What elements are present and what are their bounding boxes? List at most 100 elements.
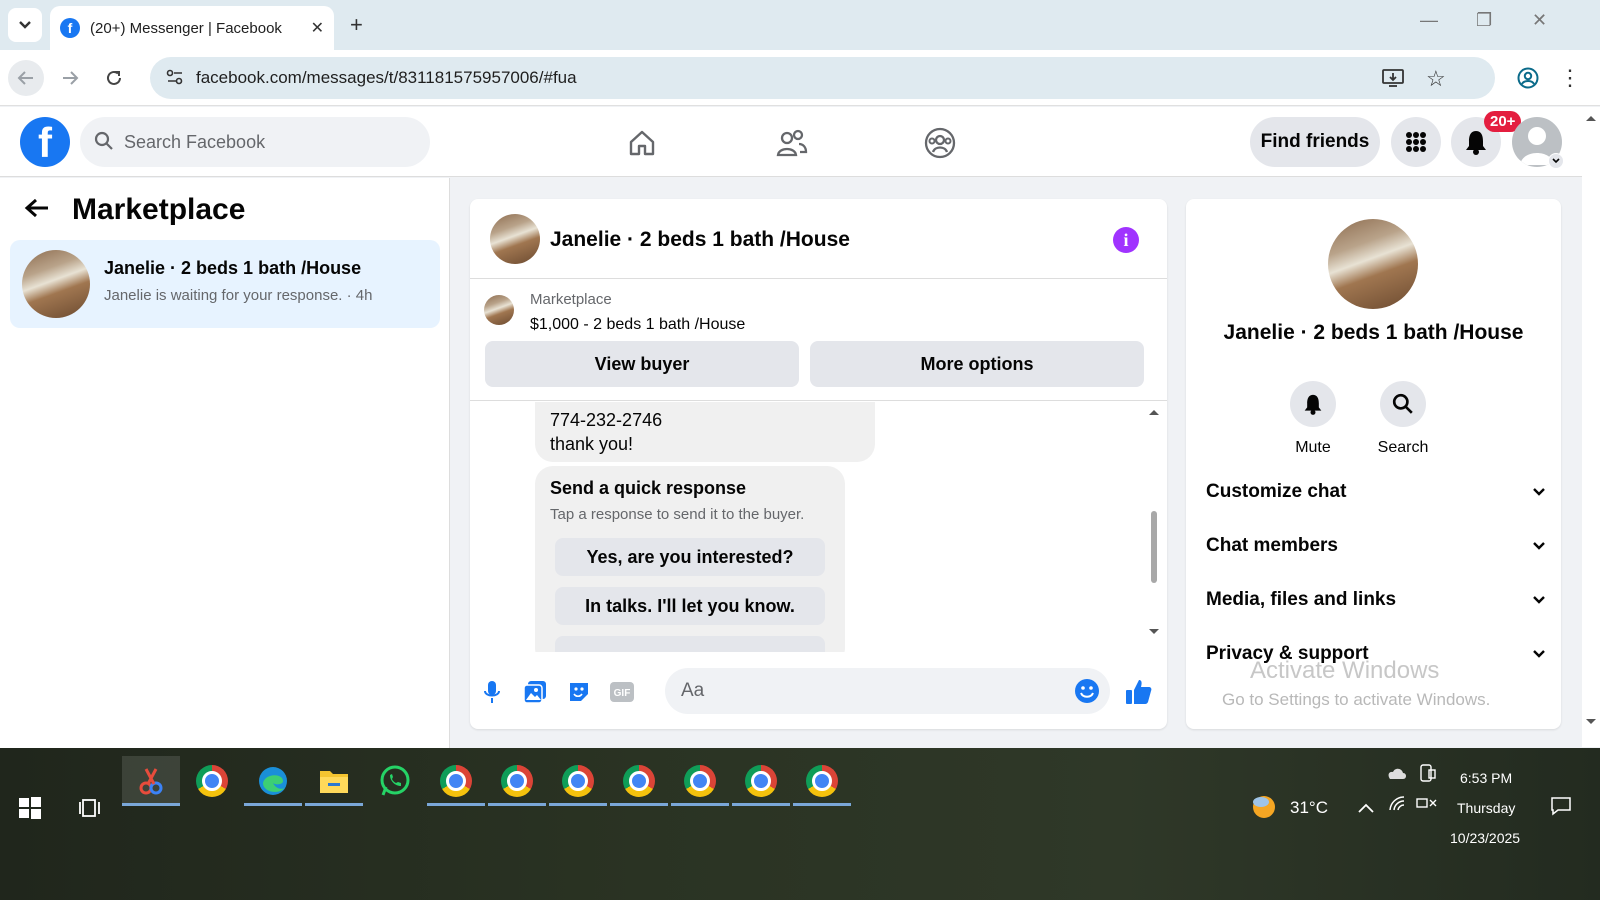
message-input[interactable]: Aa [665, 668, 1110, 714]
close-tab-icon[interactable]: ✕ [311, 18, 324, 38]
thumbs-up-icon[interactable] [1125, 678, 1153, 706]
details-name: Janelie · 2 beds 1 bath /House [1223, 321, 1524, 344]
message-list: 774-232-2746 thank you! Send a quick res… [470, 402, 1167, 652]
onedrive-cloud-icon[interactable] [1385, 766, 1407, 785]
taskbar-app-chrome-profile[interactable] [732, 756, 790, 806]
groups-nav-button[interactable] [920, 123, 960, 163]
chevron-down-icon [1533, 650, 1545, 658]
taskbar-app-chrome-profile[interactable] [671, 756, 729, 806]
info-icon[interactable]: i [1113, 227, 1139, 253]
site-settings-icon[interactable] [166, 69, 184, 90]
view-buyer-button[interactable]: View buyer [485, 341, 799, 387]
page-scrollbar[interactable] [1582, 107, 1600, 747]
profile-account-icon[interactable] [1510, 60, 1546, 96]
notification-center-icon[interactable] [1550, 796, 1572, 821]
chat-details-panel: Janelie · 2 beds 1 bath /House Mute Sear… [1186, 199, 1561, 729]
more-options-button[interactable]: More options [810, 341, 1144, 387]
gif-icon[interactable]: GIF [608, 678, 636, 706]
details-avatar[interactable] [1328, 219, 1418, 309]
chat-title[interactable]: Janelie · 2 beds 1 bath /House [550, 228, 850, 252]
sticker-icon[interactable] [565, 678, 593, 706]
windows-taskbar: 31°C 6:53 PM Thursday 10/23/2025 [0, 748, 1600, 900]
taskbar-app-chrome-profile[interactable] [549, 756, 607, 806]
weather-icon[interactable] [1250, 792, 1278, 825]
network-disconnected-icon[interactable] [1416, 796, 1438, 817]
search-label: Search [1377, 439, 1429, 456]
snipping-tool-icon [139, 768, 163, 795]
forward-button[interactable] [52, 60, 88, 96]
taskbar-app-snipping[interactable] [122, 756, 180, 806]
clock-day[interactable]: Thursday [1457, 800, 1515, 816]
windows-start-icon[interactable] [18, 796, 42, 825]
wifi-icon[interactable] [1388, 796, 1408, 817]
listing-title[interactable]: $1,000 - 2 beds 1 bath /House [530, 316, 745, 334]
show-hidden-icons[interactable] [1358, 800, 1374, 818]
quick-reply-button[interactable] [555, 636, 825, 652]
install-app-icon[interactable] [1382, 68, 1404, 93]
conversation-item[interactable]: Janelie · 2 beds 1 bath /House Janelie i… [10, 240, 440, 328]
url-text: facebook.com/messages/t/831181575957006/… [196, 68, 577, 87]
taskbar-app-chrome-profile[interactable] [610, 756, 668, 806]
quick-reply-button[interactable]: In talks. I'll let you know. [555, 587, 825, 625]
taskbar-open-indicator [732, 803, 790, 806]
listing-thumbnail [484, 295, 514, 325]
phone-link-icon[interactable] [1418, 764, 1436, 787]
taskbar-open-indicator [305, 803, 363, 806]
search-conversation-button[interactable]: Search [1373, 381, 1433, 457]
find-friends-button[interactable]: Find friends [1250, 117, 1380, 167]
chrome-profile-icon [745, 765, 777, 797]
menu-grid-button[interactable] [1391, 117, 1441, 167]
chrome-profile-icon [806, 765, 838, 797]
sidebar-header: Marketplace [24, 193, 245, 227]
back-button[interactable] [8, 60, 44, 96]
taskbar-app-chrome[interactable] [183, 756, 241, 806]
media-files-links-section[interactable]: Media, files and links [1206, 580, 1546, 620]
section-label: Chat members [1206, 535, 1338, 556]
taskbar-active-indicator [122, 803, 180, 806]
account-chevron-icon[interactable] [1548, 153, 1564, 169]
facebook-search-input[interactable]: Search Facebook [80, 117, 430, 167]
taskbar-app-whatsapp[interactable] [366, 756, 424, 806]
photo-icon[interactable] [521, 678, 549, 706]
browser-tab[interactable]: f (20+) Messenger | Facebook ✕ [50, 6, 334, 50]
chat-header: Janelie · 2 beds 1 bath /House i [470, 199, 1167, 279]
browser-menu-icon[interactable]: ⋮ [1552, 60, 1588, 96]
close-window-button[interactable]: ✕ [1532, 10, 1547, 31]
tab-search-button[interactable] [8, 8, 42, 42]
restore-button[interactable]: ❐ [1476, 10, 1492, 31]
taskbar-app-chrome-profile[interactable] [488, 756, 546, 806]
emoji-icon[interactable] [1074, 678, 1100, 710]
message-scrollbar[interactable] [1148, 407, 1160, 647]
customize-chat-section[interactable]: Customize chat [1206, 472, 1546, 512]
taskbar-app-chrome-profile[interactable] [427, 756, 485, 806]
back-arrow-icon[interactable] [24, 194, 50, 226]
minimize-button[interactable]: — [1420, 10, 1438, 31]
microphone-icon[interactable] [478, 678, 506, 706]
friends-nav-button[interactable] [772, 123, 812, 163]
search-icon [94, 131, 114, 156]
weather-temperature[interactable]: 31°C [1290, 798, 1328, 818]
clock-date[interactable]: 10/23/2025 [1450, 830, 1520, 846]
chevron-down-icon [19, 21, 31, 29]
chat-avatar[interactable] [490, 214, 540, 264]
tab-title: (20+) Messenger | Facebook [90, 19, 282, 37]
facebook-header: f Search Facebook Find friends 20+ [0, 107, 1582, 177]
chat-members-section[interactable]: Chat members [1206, 526, 1546, 566]
taskbar-app-chrome-profile[interactable] [793, 756, 851, 806]
edge-icon [259, 767, 287, 795]
bookmark-star-icon[interactable]: ☆ [1426, 66, 1446, 92]
new-tab-button[interactable]: + [350, 12, 363, 38]
taskbar-app-file-explorer[interactable] [305, 756, 363, 806]
reload-icon [107, 70, 121, 85]
taskbar-app-edge[interactable] [244, 756, 302, 806]
home-nav-button[interactable] [622, 123, 662, 163]
clock-time[interactable]: 6:53 PM [1460, 770, 1512, 786]
facebook-logo[interactable]: f [20, 117, 70, 167]
activate-windows-subtext: Go to Settings to activate Windows. [1222, 690, 1491, 709]
address-bar[interactable]: facebook.com/messages/t/831181575957006/… [150, 57, 1495, 99]
chrome-profile-icon [623, 765, 655, 797]
mute-button[interactable]: Mute [1283, 381, 1343, 457]
quick-reply-button[interactable]: Yes, are you interested? [555, 538, 825, 576]
reload-button[interactable] [96, 60, 132, 96]
task-view-icon[interactable] [78, 797, 102, 824]
